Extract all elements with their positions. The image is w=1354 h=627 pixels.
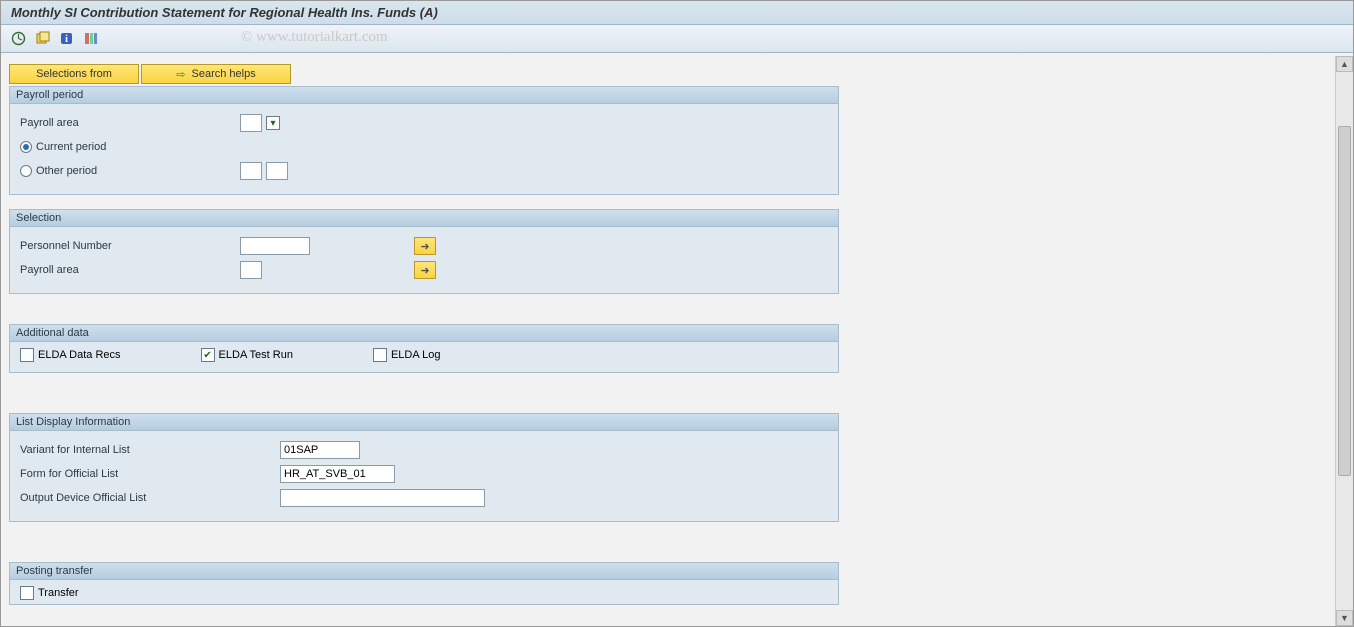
main-content: Selections from ⇨ Search helps Payroll p… (1, 56, 1335, 626)
vertical-scrollbar[interactable]: ▲ ▼ (1335, 56, 1353, 626)
group-payroll-period: Payroll period Payroll area ▾ Current pe… (9, 86, 839, 195)
group-header-additional: Additional data (10, 325, 838, 342)
application-toolbar: i © www.tutorialkart.com (1, 25, 1353, 53)
output-device-input[interactable] (280, 489, 485, 507)
label-payroll-area-2: Payroll area (20, 264, 240, 276)
layout-icon[interactable] (81, 30, 99, 48)
elda-log-label: ELDA Log (391, 349, 441, 361)
label-personnel-number: Personnel Number (20, 240, 240, 252)
arrow-right-icon: ⇨ (176, 68, 185, 81)
multiple-selection-button-2[interactable]: ➜ (414, 261, 436, 279)
checkbox-icon (20, 348, 34, 362)
elda-recs-label: ELDA Data Recs (38, 349, 121, 361)
scroll-thumb[interactable] (1338, 126, 1351, 476)
group-posting-transfer: Posting transfer Transfer (9, 562, 839, 605)
label-payroll-area: Payroll area (20, 117, 240, 129)
other-period-label: Other period (36, 165, 97, 177)
transfer-label: Transfer (38, 587, 79, 599)
variant-input[interactable] (280, 441, 360, 459)
group-header-posting: Posting transfer (10, 563, 838, 580)
radio-other-period[interactable]: Other period (20, 165, 240, 177)
scroll-down-icon[interactable]: ▼ (1336, 610, 1353, 626)
search-helps-button[interactable]: ⇨ Search helps (141, 64, 291, 84)
radio-icon (20, 141, 32, 153)
payroll-area-search-help-icon[interactable]: ▾ (266, 116, 280, 130)
arrow-right-icon: ➜ (420, 240, 429, 253)
group-list-display: List Display Information Variant for Int… (9, 413, 839, 522)
checkbox-transfer[interactable]: Transfer (20, 586, 828, 600)
group-header-selection: Selection (10, 210, 838, 227)
group-additional-data: Additional data ELDA Data Recs ✔ ELDA Te… (9, 324, 839, 373)
info-icon[interactable]: i (57, 30, 75, 48)
radio-icon (20, 165, 32, 177)
elda-test-label: ELDA Test Run (219, 349, 293, 361)
group-header-payroll: Payroll period (10, 87, 838, 104)
other-period-input-1[interactable] (240, 162, 262, 180)
checkbox-elda-log[interactable]: ELDA Log (373, 348, 441, 362)
label-output: Output Device Official List (20, 492, 280, 504)
search-helps-label: Search helps (192, 68, 256, 80)
other-period-input-2[interactable] (266, 162, 288, 180)
payroll-area-input-2[interactable] (240, 261, 262, 279)
checkbox-icon: ✔ (201, 348, 215, 362)
execute-icon[interactable] (9, 30, 27, 48)
multiple-selection-button[interactable]: ➜ (414, 237, 436, 255)
selections-from-button[interactable]: Selections from (9, 64, 139, 84)
radio-current-period[interactable]: Current period (20, 141, 240, 153)
watermark-text: © www.tutorialkart.com (241, 29, 388, 46)
svg-text:i: i (65, 34, 68, 45)
label-form: Form for Official List (20, 468, 280, 480)
variant-icon[interactable] (33, 30, 51, 48)
checkbox-elda-test[interactable]: ✔ ELDA Test Run (201, 348, 293, 362)
group-selection: Selection Personnel Number ➜ Payroll are… (9, 209, 839, 294)
page-title: Monthly SI Contribution Statement for Re… (1, 1, 1353, 25)
checkbox-elda-recs[interactable]: ELDA Data Recs (20, 348, 121, 362)
selection-buttons-row: Selections from ⇨ Search helps (9, 64, 1327, 84)
label-variant: Variant for Internal List (20, 444, 280, 456)
checkbox-icon (373, 348, 387, 362)
checkbox-icon (20, 586, 34, 600)
form-input[interactable] (280, 465, 395, 483)
current-period-label: Current period (36, 141, 106, 153)
payroll-area-input[interactable] (240, 114, 262, 132)
personnel-number-input[interactable] (240, 237, 310, 255)
scroll-up-icon[interactable]: ▲ (1336, 56, 1353, 72)
arrow-right-icon: ➜ (420, 264, 429, 277)
group-header-list-display: List Display Information (10, 414, 838, 431)
